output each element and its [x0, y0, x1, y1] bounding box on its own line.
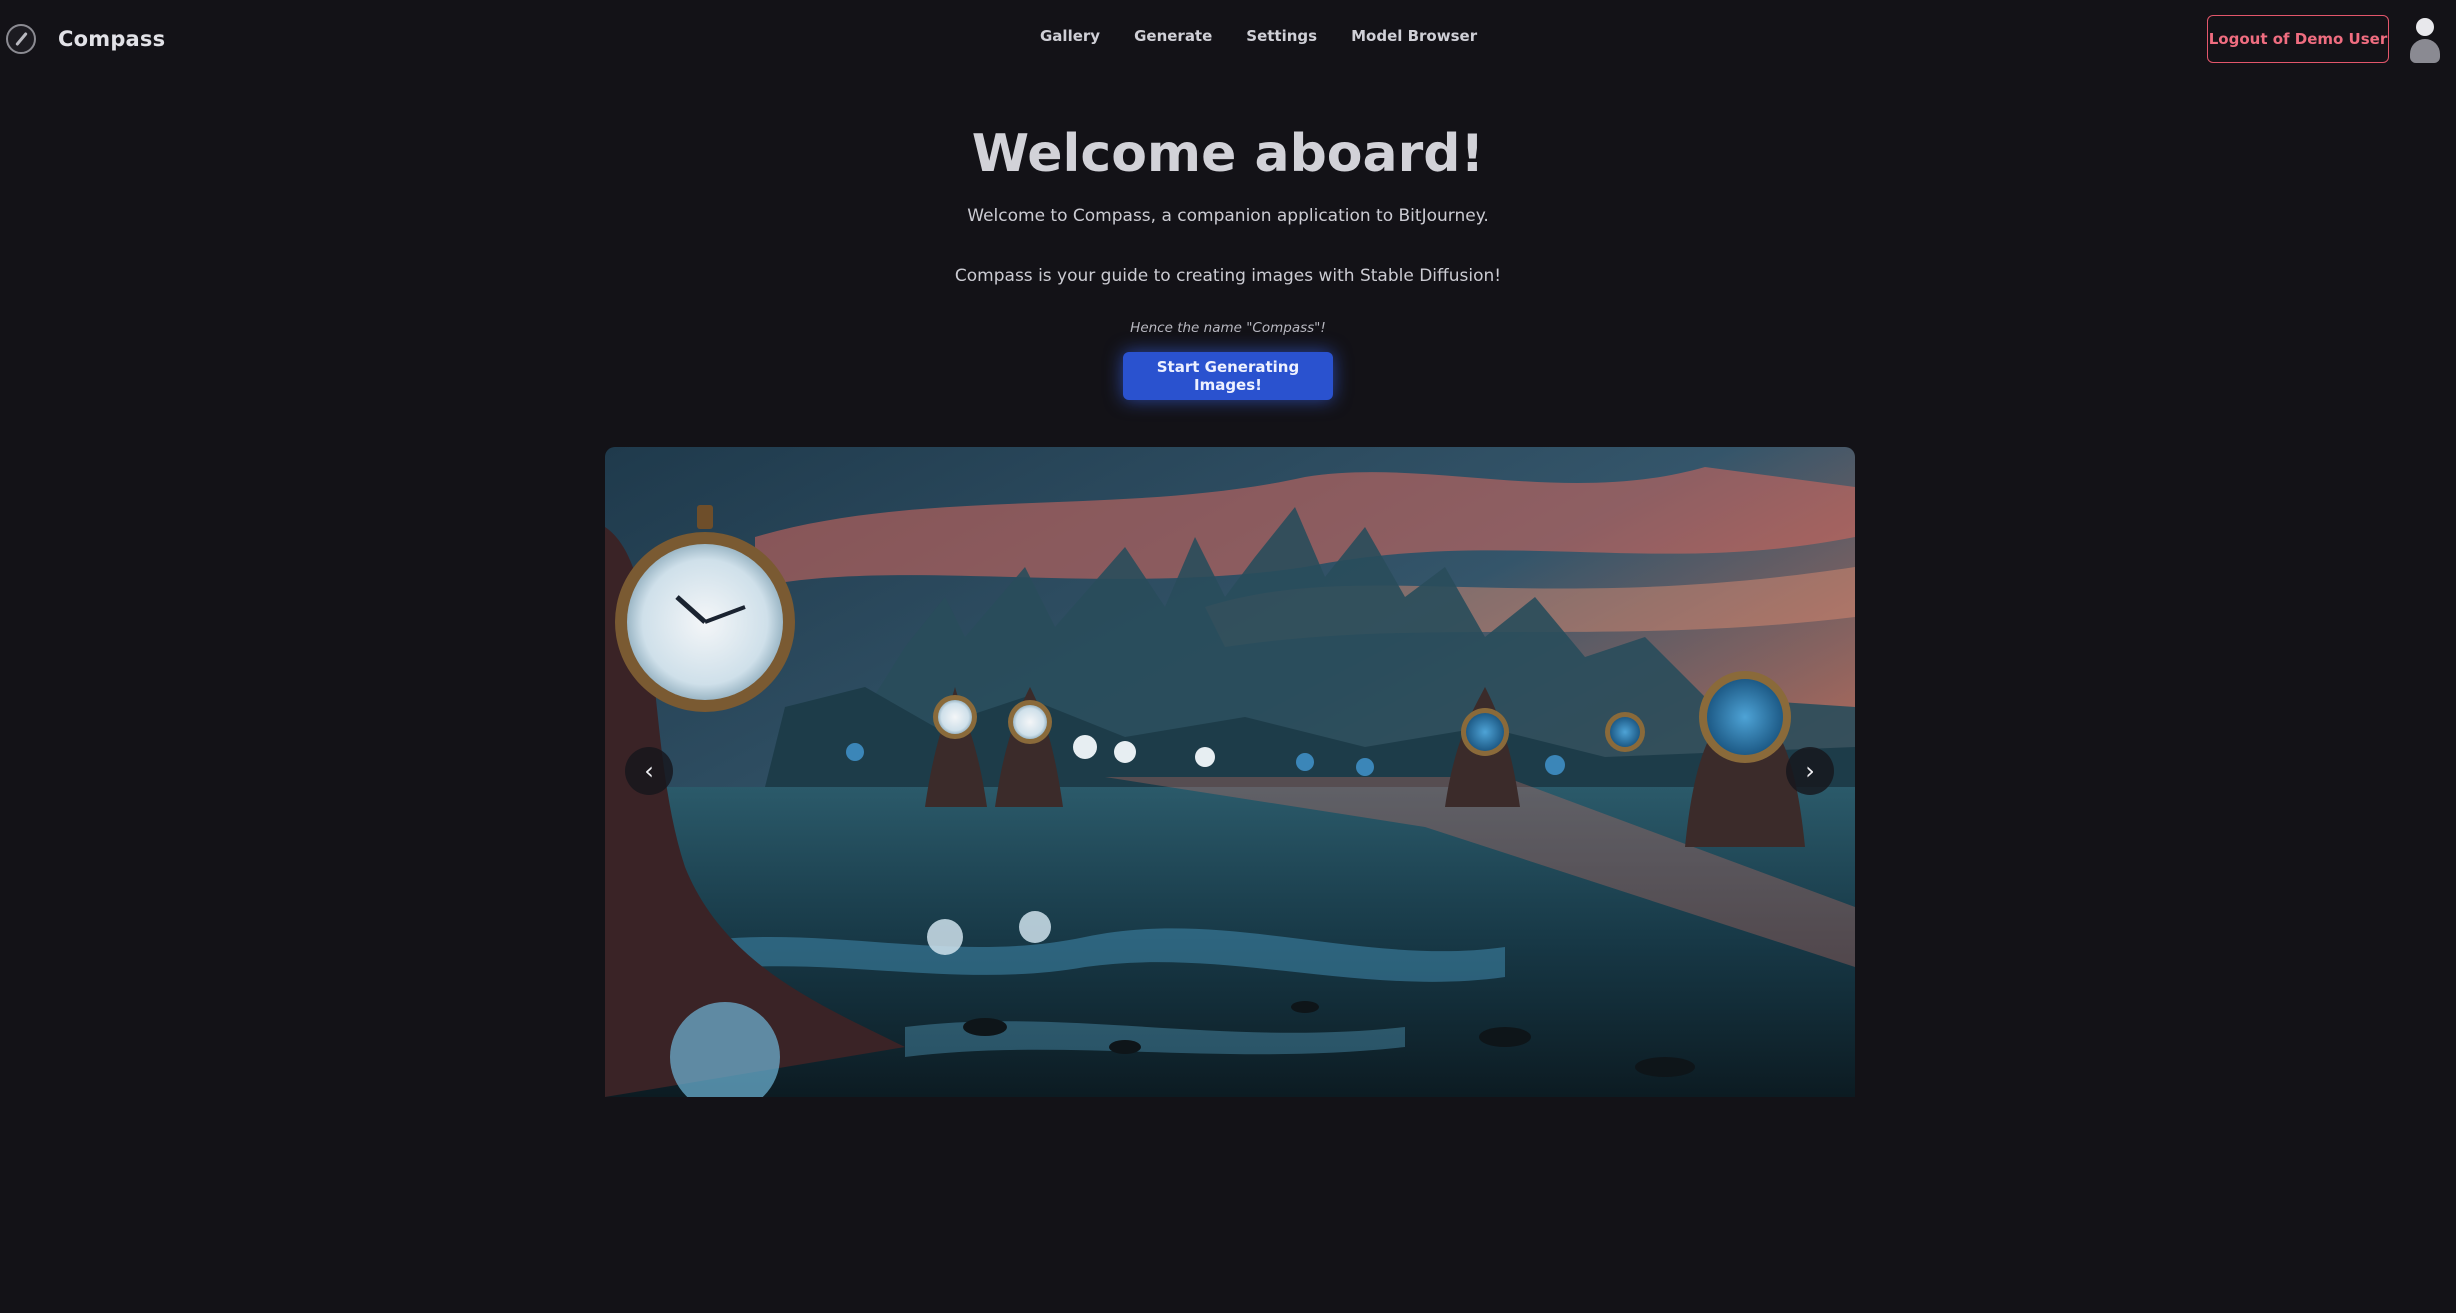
start-generating-button[interactable]: Start Generating Images! — [1123, 352, 1333, 400]
brand-name: Compass — [58, 27, 166, 51]
image-carousel: ‹ › — [605, 447, 1855, 1097]
avatar-body — [2410, 39, 2440, 63]
carousel-image — [605, 447, 1855, 1097]
nav-gallery[interactable]: Gallery — [1040, 27, 1100, 51]
carousel-prev-button[interactable]: ‹ — [625, 747, 673, 795]
nav-model-browser[interactable]: Model Browser — [1351, 27, 1477, 51]
user-avatar-icon[interactable] — [2407, 16, 2443, 64]
page-title: Welcome aboard! — [971, 124, 1485, 184]
avatar-head — [2416, 18, 2434, 36]
carousel-next-button[interactable]: › — [1786, 747, 1834, 795]
intro-text: Welcome to Compass, a companion applicat… — [967, 206, 1489, 226]
logout-button[interactable]: Logout of Demo User — [2207, 15, 2389, 63]
main-nav: Gallery Generate Settings Model Browser — [1040, 27, 1477, 51]
description-text: Compass is your guide to creating images… — [954, 266, 1502, 286]
compass-logo-icon — [6, 24, 36, 54]
hero-section: Welcome aboard! Welcome to Compass, a co… — [0, 118, 2456, 400]
nav-generate[interactable]: Generate — [1134, 27, 1212, 51]
brand[interactable]: Compass — [6, 22, 165, 56]
top-nav-bar: Compass Gallery Generate Settings Model … — [0, 0, 2456, 78]
nav-settings[interactable]: Settings — [1246, 27, 1317, 51]
tagline-text: Hence the name "Compass"! — [1130, 320, 1326, 336]
